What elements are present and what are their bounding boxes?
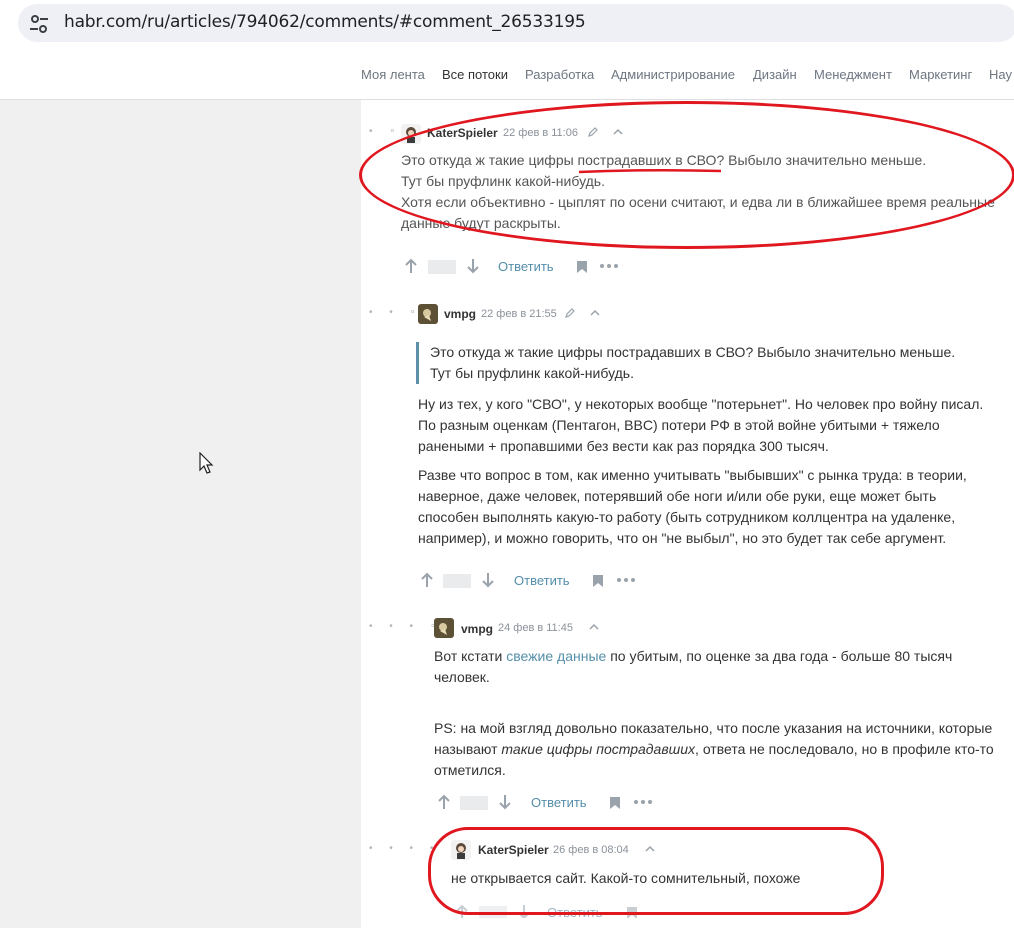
reply-button[interactable]: Ответить [498,259,554,274]
pencil-icon[interactable] [564,307,576,319]
upvote-arrow-icon[interactable] [404,258,418,274]
downvote-arrow-icon[interactable] [466,258,480,274]
comment-line: Ну из тех, у кого "СВО", у некоторых воо… [418,396,984,412]
comment-body: PS: на мой взгляд довольно показательно,… [434,718,1009,781]
comment-line: способен выполнять какую-то работу (быть… [418,509,956,525]
avatar[interactable] [434,618,454,638]
comment-line: например), и можно говорить, что он "не … [418,530,947,546]
comment-body: Вот кстати свежие данные по убитым, по о… [434,646,1009,688]
url-text[interactable]: habr.com/ru/articles/794062/comments/#co… [64,12,586,32]
comment-line: человек. [434,669,490,685]
fresh-data-link[interactable]: свежие данные [506,648,606,664]
comment-line: данные будут раскрыты. [401,215,561,231]
comment-date[interactable]: 24 фев в 11:45 [498,622,573,634]
more-icon[interactable] [617,578,635,582]
mouse-cursor-icon [199,452,214,474]
text-segment: , ответа не последовало, но в профиле кт… [695,741,994,757]
site-settings-icon[interactable] [27,12,51,36]
nav-item-management[interactable]: Менеджмент [814,67,892,82]
text-segment: называют [434,741,502,757]
text-segment: Вот кстати [434,648,507,664]
comment-date[interactable]: 22 фев в 11:06 [503,127,578,139]
bookmark-icon[interactable] [609,796,621,810]
comment-line: Вот кстати свежие данные по убитым, по о… [434,646,1009,667]
comment-line: Хотя если объективно - цыплят по осени с… [401,194,995,210]
avatar[interactable] [451,840,471,860]
comment-line: PS: на мой взгляд довольно показательно,… [434,720,993,736]
nav-item-all-streams[interactable]: Все потоки [442,67,508,82]
comment-body: Это откуда ж такие цифры пострадавших в … [401,150,1001,234]
comment-line: наверное, даже человек, потерявший обе н… [418,488,937,504]
nav-item-my-feed[interactable]: Моя лента [361,67,425,82]
upvote-arrow-icon[interactable] [420,572,434,588]
comment-author[interactable]: vmpg [444,307,476,321]
rating-placeholder-icon [479,906,507,918]
comment-line: Разве что вопрос в том, как именно учиты… [418,467,967,483]
italic-quote: такие цифры пострадавших [501,741,696,757]
more-icon[interactable] [600,264,618,268]
quoted-text: Это откуда ж такие цифры пострадавших в … [416,342,1000,384]
left-empty-area [0,100,361,928]
nav-item-science[interactable]: Нау [989,67,1012,82]
avatar[interactable] [418,304,438,324]
comment-author[interactable]: vmpg [461,622,493,636]
comment-actions: Ответить [420,572,640,592]
comment-line: не открывается сайт. Какой-то сомнительн… [451,870,801,886]
pencil-icon[interactable] [587,126,599,138]
comment-body: не открывается сайт. Какой-то сомнительн… [451,868,871,889]
comment-body: Ну из тех, у кого "СВО", у некоторых воо… [418,394,998,457]
browser-toolbar: habr.com/ru/articles/794062/comments/#co… [0,0,1014,53]
comment-author[interactable]: KaterSpieler [478,843,549,857]
comment-actions: Ответить [404,258,624,278]
red-underline-annotation [578,168,722,174]
thread-dots: • • ∘ [369,307,423,318]
bookmark-icon[interactable] [592,574,604,588]
hub-navigation: Моя лента Все потоки Разработка Админист… [0,52,1014,100]
chevron-up-icon[interactable] [589,308,601,318]
comment-actions: Ответить [455,904,655,918]
upvote-arrow-icon[interactable] [437,794,451,810]
text-segment: по убитым, по оценке за два года - больш… [606,648,953,664]
chevron-up-icon[interactable] [588,622,600,632]
chevron-up-icon[interactable] [612,127,624,137]
more-icon[interactable] [634,800,652,804]
downvote-arrow-icon[interactable] [517,904,531,918]
thread-dots: • ∘ [369,126,403,137]
rating-placeholder-icon [460,796,488,810]
avatar[interactable] [401,124,421,144]
comment-body: Разве что вопрос в том, как именно учиты… [418,465,998,549]
upvote-arrow-icon[interactable] [455,904,469,918]
nav-item-administration[interactable]: Администрирование [611,67,735,82]
bookmark-icon[interactable] [626,906,638,918]
comment-line: По разным оценкам (Пентагон, BBC) потери… [418,417,940,433]
downvote-arrow-icon[interactable] [498,794,512,810]
reply-button[interactable]: Ответить [547,905,603,918]
reply-button[interactable]: Ответить [531,795,587,810]
chevron-up-icon[interactable] [644,844,656,854]
bookmark-icon[interactable] [576,260,588,274]
quote-line: Это откуда ж такие цифры пострадавших в … [430,344,956,360]
nav-item-marketing[interactable]: Маркетинг [909,67,972,82]
nav-item-development[interactable]: Разработка [525,67,594,82]
thread-dots: • • • • ∘ [369,843,464,854]
comment-date[interactable]: 22 фев в 21:55 [481,308,557,320]
quote-line: Тут бы пруфлинк какой-нибудь. [430,365,634,381]
thread-dots: • • • ∘ [369,621,444,632]
rating-placeholder-icon [428,260,456,274]
comment-line: отметился. [434,762,506,778]
downvote-arrow-icon[interactable] [481,572,495,588]
comment-actions: Ответить [437,794,657,814]
comment-line: ранеными + пропавшими без вести как раз … [418,438,829,454]
comment-author[interactable]: KaterSpieler [427,126,498,140]
reply-button[interactable]: Ответить [514,573,570,588]
comment-date[interactable]: 26 фев в 08:04 [553,844,629,856]
rating-placeholder-icon [443,574,471,588]
comment-line: называют такие цифры пострадавших, ответ… [434,739,1009,760]
nav-item-design[interactable]: Дизайн [753,67,797,82]
